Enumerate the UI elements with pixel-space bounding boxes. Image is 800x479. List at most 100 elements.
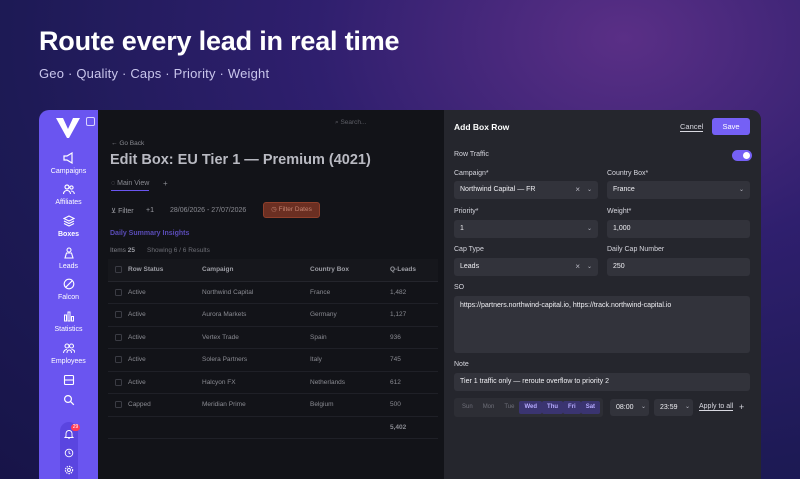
table-row[interactable]: Active Northwind Capital France 1,482: [108, 281, 438, 304]
weight-label: Weight*: [607, 208, 632, 215]
sidebar-item-leads[interactable]: Leads: [39, 247, 98, 270]
table-row[interactable]: Capped Meridian Prime Belgium 500: [108, 393, 438, 417]
row-checkbox[interactable]: [115, 378, 122, 386]
search-input[interactable]: ⌕ Search...: [335, 119, 366, 127]
boxes-table: Row Status Campaign Country Box Q-Leads …: [108, 259, 438, 439]
save-button[interactable]: Save: [712, 118, 750, 135]
time-to-select[interactable]: 23:59 ⌄: [654, 399, 693, 416]
weekday-selector: Sun Mon Tue Wed Thu Fri Sat: [454, 398, 604, 417]
row-campaign: Meridian Prime: [202, 393, 310, 417]
row-traffic-toggle[interactable]: [732, 150, 752, 161]
page-title: Edit Box: EU Tier 1 — Premium (4021): [110, 152, 371, 168]
clear-icon[interactable]: ×: [575, 258, 580, 276]
row-campaign: Aurora Markets: [202, 303, 310, 327]
chevron-down-icon: ⌄: [684, 404, 690, 410]
cancel-button[interactable]: Cancel: [680, 122, 704, 132]
time-from-select[interactable]: 08:00 ⌄: [610, 399, 649, 416]
day-sat[interactable]: Sat: [580, 401, 601, 414]
column-header[interactable]: Country Box: [310, 259, 390, 282]
day-tue[interactable]: Tue: [499, 401, 519, 414]
country-box-select[interactable]: France ⌄: [607, 181, 750, 199]
table-row[interactable]: Active Vertex Trade Spain 936: [108, 326, 438, 349]
logo-icon[interactable]: [56, 118, 80, 138]
row-status: Capped: [128, 393, 202, 417]
add-tab-button[interactable]: +: [163, 179, 168, 188]
sidebar-item-falcon[interactable]: Falcon: [39, 278, 98, 301]
filter-button[interactable]: ⊻ Filter: [111, 207, 134, 215]
chevron-down-icon: ⌄: [586, 226, 592, 232]
sidebar-item-boxes[interactable]: Boxes: [39, 215, 98, 238]
row-status: Active: [128, 303, 202, 327]
add-schedule-icon[interactable]: +: [739, 402, 744, 412]
bar-chart-icon: [62, 310, 76, 324]
daily-cap-input[interactable]: 250: [607, 258, 750, 276]
cap-type-label: Cap Type: [454, 246, 484, 253]
row-country: Spain: [310, 326, 390, 349]
cap-type-select[interactable]: Leads × ⌄: [454, 258, 598, 276]
table-row[interactable]: Active Halcyon FX Netherlands 612: [108, 371, 438, 394]
filter-count: +1: [146, 207, 154, 214]
row-traffic-label: Row Traffic: [454, 151, 489, 158]
column-header[interactable]: Campaign: [202, 259, 310, 282]
panel-title: Add Box Row: [454, 122, 510, 132]
sidebar-item-label: Employees: [51, 358, 86, 365]
sidebar-item-label: Statistics: [54, 326, 83, 333]
apply-to-all-button[interactable]: Apply to all: [699, 403, 734, 411]
row-checkbox[interactable]: [115, 288, 122, 296]
row-campaign: Halcyon FX: [202, 371, 310, 394]
sidebar-item-affiliates[interactable]: Affiliates: [39, 183, 98, 206]
row-checkbox[interactable]: [115, 311, 122, 319]
row-country: Netherlands: [310, 371, 390, 394]
sidebar-collapse-icon[interactable]: [86, 117, 95, 126]
column-header[interactable]: Row Status: [128, 259, 202, 282]
select-all-checkbox[interactable]: [115, 266, 122, 274]
sidebar-item-campaigns[interactable]: Campaigns: [39, 151, 98, 175]
filter-dates-button[interactable]: ◷ Filter Dates: [263, 202, 320, 218]
notification-badge: 29: [71, 424, 80, 431]
day-thu[interactable]: Thu: [542, 401, 564, 414]
row-status: Active: [128, 281, 202, 304]
so-textarea[interactable]: https://partners.northwind-capital.io, h…: [454, 296, 750, 353]
row-country: Italy: [310, 348, 390, 372]
weight-input[interactable]: 1,000: [607, 220, 750, 238]
table-row[interactable]: Active Solera Partners Italy 745: [108, 348, 438, 372]
tab-main-view[interactable]: ◌ Main View: [111, 180, 150, 191]
hero-subtitle: Geo · Quality · Caps · Priority · Weight: [39, 66, 270, 81]
sidebar-item-layout[interactable]: [39, 374, 98, 388]
sidebar-item-label: Affiliates: [55, 199, 82, 206]
note-input[interactable]: Tier 1 traffic only — reroute overflow t…: [454, 373, 750, 391]
chevron-down-icon: ⌄: [640, 404, 646, 410]
day-wed[interactable]: Wed: [519, 401, 543, 414]
sidebar-item-search[interactable]: [39, 394, 98, 408]
clock-icon[interactable]: [64, 445, 74, 463]
insights-title[interactable]: Daily Summary Insights: [110, 230, 189, 237]
country-box-label: Country Box*: [607, 170, 649, 177]
go-back-link[interactable]: ← Go Back: [111, 140, 144, 147]
chevron-down-icon: ⌄: [738, 187, 744, 193]
table-row[interactable]: Active Aurora Markets Germany 1,127: [108, 303, 438, 327]
arrow-left-icon: ←: [111, 140, 118, 147]
row-checkbox[interactable]: [115, 356, 122, 364]
row-qleads: 745: [390, 348, 438, 372]
priority-select[interactable]: 1 ⌄: [454, 220, 598, 238]
campaign-select[interactable]: Northwind Capital — FR × ⌄: [454, 181, 598, 199]
chevron-down-icon: ⌄: [586, 264, 592, 270]
date-range[interactable]: 28/06/2026 - 27/07/2026: [170, 207, 246, 214]
row-checkbox[interactable]: [115, 401, 122, 409]
sidebar-item-employees[interactable]: Employees: [39, 342, 98, 365]
day-fri[interactable]: Fri: [563, 401, 581, 414]
row-checkbox[interactable]: [115, 333, 122, 341]
chevron-down-icon: ⌄: [586, 187, 592, 193]
note-label: Note: [454, 361, 469, 368]
clear-icon[interactable]: ×: [575, 181, 580, 199]
falcon-icon: [62, 278, 76, 292]
row-campaign: Vertex Trade: [202, 326, 310, 349]
row-qleads: 936: [390, 326, 438, 349]
sidebar-item-statistics[interactable]: Statistics: [39, 310, 98, 333]
day-mon[interactable]: Mon: [478, 401, 500, 414]
column-header[interactable]: Q-Leads: [390, 259, 438, 282]
day-sun[interactable]: Sun: [457, 401, 478, 414]
gear-icon[interactable]: [64, 462, 74, 479]
row-qleads: 1,482: [390, 281, 438, 304]
table-total-row: 5,402: [108, 416, 438, 439]
